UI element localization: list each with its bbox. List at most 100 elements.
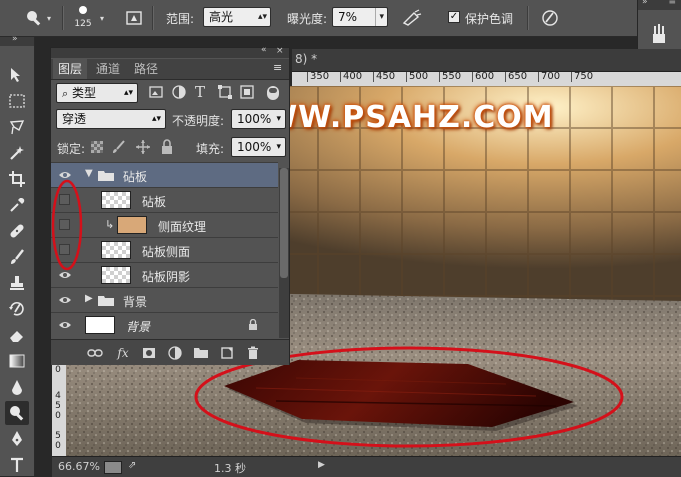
toolbar-header[interactable]: » (0, 34, 34, 46)
link-layers-icon[interactable] (87, 345, 103, 361)
pen-tool-icon[interactable] (5, 427, 29, 451)
exposure-value: 7% (338, 10, 358, 24)
layer-name: 砧板阴影 (142, 270, 191, 284)
tab-paths[interactable]: 路径 (129, 59, 163, 79)
opacity-input[interactable]: 100% ▾ (231, 109, 286, 129)
brush-size-picker[interactable]: 125 (69, 4, 97, 32)
tab-layers[interactable]: 图层 (53, 59, 88, 79)
document-tab[interactable]: 8) * (292, 49, 681, 72)
history-brush-tool-icon[interactable] (5, 297, 29, 321)
pressure-size-icon[interactable] (538, 6, 562, 30)
panel-menu-icon[interactable]: ≡ (668, 0, 676, 7)
chevron-down-icon[interactable]: ▾ (276, 110, 281, 128)
new-group-icon[interactable] (193, 345, 209, 361)
layers-scrollbar[interactable] (279, 168, 289, 338)
brush-tool-icon[interactable] (5, 245, 29, 269)
blend-mode-value: 穿透 (62, 112, 87, 126)
protect-tones-label: 保护色调 (465, 12, 514, 26)
layer-thumbnail (101, 241, 131, 259)
range-select[interactable]: 高光 ▴▾ (203, 7, 271, 27)
airbrush-icon[interactable] (400, 6, 424, 30)
tab-channels[interactable]: 通道 (91, 59, 125, 79)
layers-panel-tabs: 图层 通道 路径 ≡ (51, 59, 289, 80)
eye-icon[interactable] (58, 294, 72, 306)
proof-preview-icon[interactable] (104, 461, 122, 474)
lock-transparent-icon[interactable] (91, 141, 103, 153)
add-mask-icon[interactable] (141, 345, 157, 361)
lasso-tool-icon[interactable] (5, 115, 29, 139)
brush-panel-toggle-icon[interactable] (122, 6, 146, 30)
move-tool-icon[interactable] (5, 63, 29, 87)
dodge-tool-icon[interactable] (5, 401, 29, 425)
exposure-input[interactable]: 7% ▾ (332, 7, 388, 27)
panel-menu-icon[interactable]: ≡ (273, 61, 282, 74)
chevron-updown-icon: ▴▾ (123, 88, 133, 98)
protect-tones-checkbox[interactable]: ✓ (448, 11, 460, 23)
separator (527, 6, 529, 30)
collapsed-group-chevron-icon[interactable]: ▶ (85, 293, 93, 304)
filter-smart-object-icon[interactable] (239, 84, 257, 102)
search-icon: ⌕ (62, 87, 69, 100)
brush-size-value: 125 (74, 19, 92, 29)
status-bar: 66.67% ⇗ 1.3 秒 ▶ (52, 456, 681, 477)
eraser-tool-icon[interactable] (5, 323, 29, 347)
layer-name: 砧板 (142, 195, 167, 209)
filter-adjustment-icon[interactable] (171, 84, 189, 102)
expand-toolbar-icon[interactable]: » (12, 34, 18, 44)
blur-tool-icon[interactable] (5, 375, 29, 399)
dodge-tool-preset-icon[interactable] (22, 6, 46, 30)
ruler-label: 0 (55, 365, 61, 375)
ruler-label: 5 (55, 431, 61, 441)
fill-label: 填充: (196, 142, 225, 156)
layer-row-background[interactable]: 背景 (51, 312, 278, 337)
clone-stamp-tool-icon[interactable] (5, 271, 29, 295)
zoom-level[interactable]: 66.67% (58, 460, 100, 473)
layer-filter-select[interactable]: ⌕ 类型 ▴▾ (56, 83, 138, 103)
dock-header[interactable]: » ≡ (638, 0, 681, 10)
fill-input[interactable]: 100% ▾ (231, 137, 286, 157)
trash-icon[interactable] (245, 345, 261, 361)
lock-all-icon[interactable] (159, 139, 175, 155)
filter-shape-icon[interactable] (217, 84, 235, 102)
layer-style-fx-icon[interactable]: fx (115, 345, 131, 361)
chevron-down-icon[interactable]: ▾ (276, 138, 281, 156)
new-adjustment-layer-icon[interactable] (167, 345, 183, 361)
ruler-label: 750 (571, 72, 593, 82)
expand-panels-icon[interactable]: » (642, 0, 648, 7)
horizontal-ruler[interactable]: 350 400 450 500 550 600 650 700 750 (292, 72, 681, 87)
filter-pixel-icon[interactable] (148, 84, 166, 102)
layers-panel-header[interactable]: « × (51, 45, 289, 58)
collapse-panel-icon[interactable]: « (261, 45, 267, 55)
ruler-label: 650 (505, 72, 527, 82)
eye-icon[interactable] (58, 319, 72, 331)
layer-filter-value: 类型 (72, 86, 97, 100)
preset-dropdown-caret-icon[interactable]: ▾ (47, 14, 51, 23)
blend-mode-select[interactable]: 穿透 ▴▾ (56, 109, 166, 129)
type-tool-icon[interactable] (5, 453, 29, 477)
lock-pixels-icon[interactable] (111, 139, 127, 155)
new-layer-icon[interactable] (219, 345, 235, 361)
separator (152, 6, 154, 30)
status-menu-arrow-icon[interactable]: ▶ (318, 460, 325, 470)
export-icon[interactable]: ⇗ (128, 460, 136, 471)
healing-brush-tool-icon[interactable] (5, 219, 29, 243)
options-bar: ▾ 125 ▾ 范围: 高光 ▴▾ 曝光度: 7% ▾ ✓ 保护色调 (0, 0, 681, 37)
opacity-value: 100% (237, 112, 272, 126)
scrollbar-thumb[interactable] (280, 168, 288, 278)
lock-position-icon[interactable] (135, 139, 151, 155)
gradient-tool-icon[interactable] (5, 349, 29, 373)
layer-row-group-background[interactable]: ▶ 背景 (51, 287, 278, 312)
crop-tool-icon[interactable] (5, 167, 29, 191)
eyedropper-tool-icon[interactable] (5, 193, 29, 217)
filter-toggle-switch[interactable] (267, 86, 279, 100)
close-panel-icon[interactable]: × (276, 46, 284, 56)
document-tab-title: 8) * (295, 52, 318, 66)
range-label: 范围: (166, 12, 195, 26)
ruler-label: 350 (307, 72, 329, 82)
magic-wand-tool-icon[interactable] (5, 141, 29, 165)
marquee-tool-icon[interactable] (5, 89, 29, 113)
brush-presets-icon[interactable] (648, 22, 672, 46)
brush-picker-caret-icon[interactable]: ▾ (100, 14, 104, 23)
filter-type-icon[interactable]: T (195, 83, 213, 101)
chevron-down-icon[interactable]: ▾ (375, 8, 384, 26)
